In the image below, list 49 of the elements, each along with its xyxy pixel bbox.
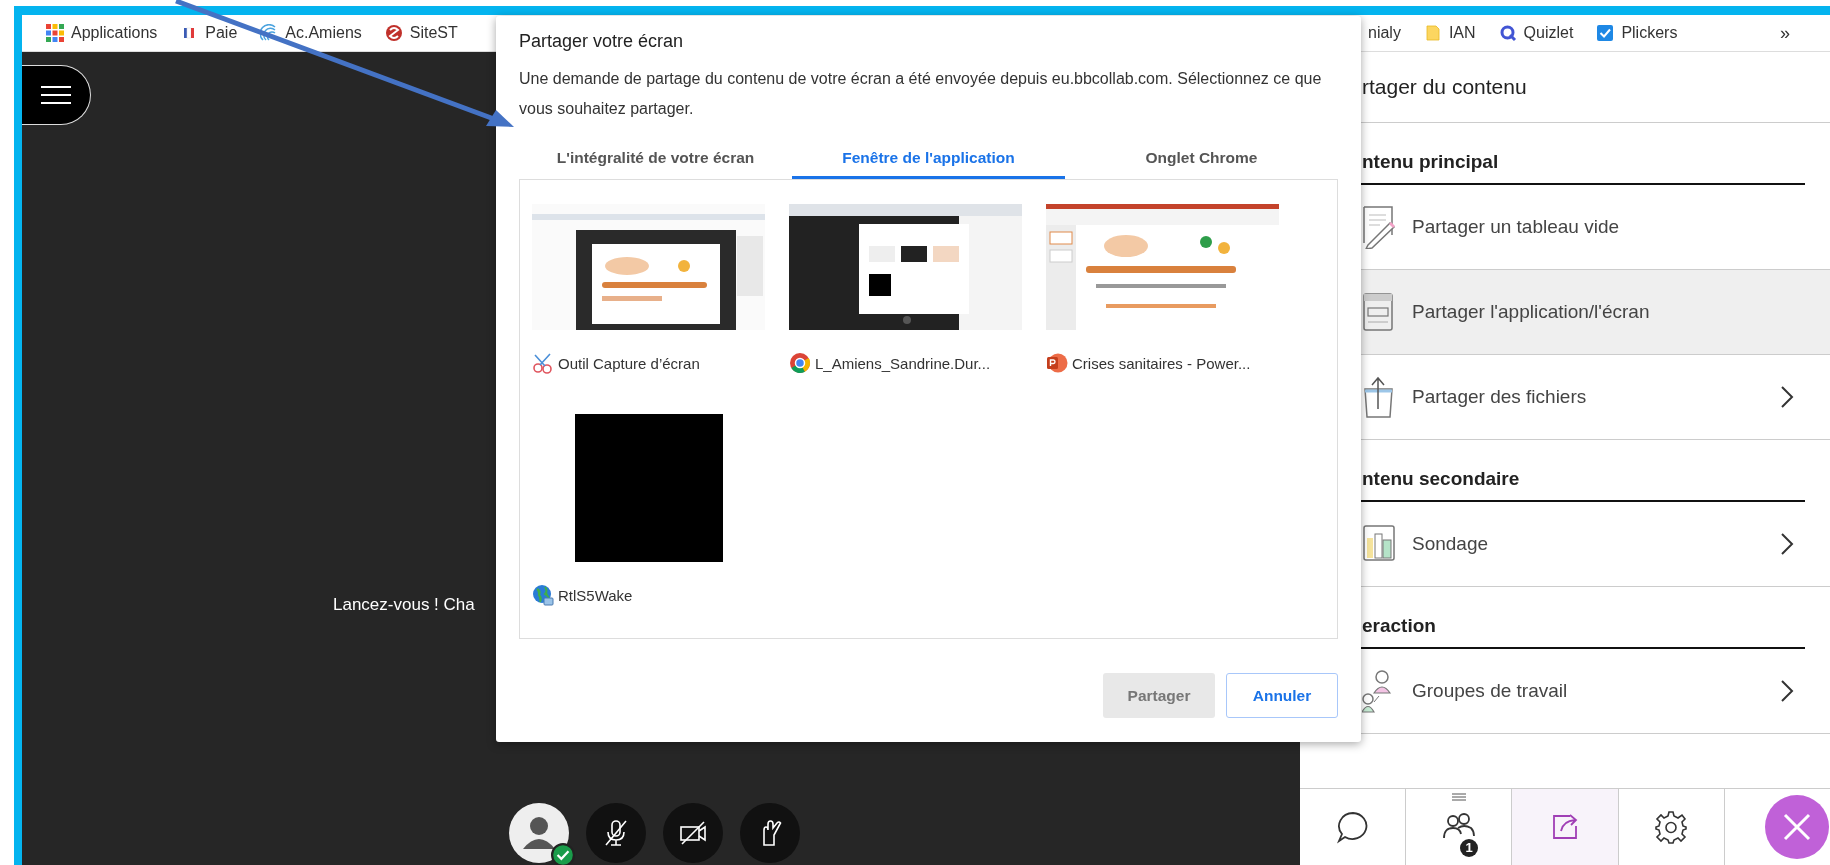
- settings-icon: [1654, 810, 1689, 844]
- bookmark-link[interactable]: nialy: [1368, 24, 1401, 42]
- chevron-right-icon: [1780, 679, 1794, 703]
- share-option[interactable]: Partager l'application/l'écran: [1361, 270, 1830, 355]
- source-name: Crises sanitaires - Power...: [1072, 354, 1251, 372]
- dialog-title: Partager votre écran: [519, 30, 684, 52]
- bookmark-link[interactable]: Applications: [46, 24, 158, 42]
- whiteboard-icon: [1362, 205, 1398, 249]
- dialog-description: Une demande de partage du contenu de votre écran a été envoyée depuis eu.bbcollab.com. Sélectionnez ce que vous souhaitez partager.: [519, 69, 1323, 119]
- chevron-right-icon: [1780, 385, 1794, 409]
- cancel-button[interactable]: Annuler: [1226, 673, 1338, 718]
- section-heading: ntenu principal: [1362, 151, 1499, 173]
- scissors-icon: [532, 352, 554, 374]
- more-bookmarks[interactable]: »: [1780, 22, 1790, 44]
- bookmark-link[interactable]: SiteST: [384, 24, 458, 42]
- source-name: L_Amiens_Sandrine.Dur...: [815, 354, 991, 372]
- bookmark-link[interactable]: Paie: [180, 24, 238, 42]
- source-name: Outil Capture d’écran: [558, 354, 700, 372]
- bookmark-link[interactable]: Quizlet: [1498, 24, 1574, 42]
- bookmark-link[interactable]: IAN: [1423, 24, 1476, 42]
- folder-icon: [1423, 24, 1442, 42]
- bookmark-link[interactable]: Ac.Amiens: [260, 24, 362, 42]
- apps-grid-icon: [46, 24, 64, 42]
- drag-handle-icon: [1452, 793, 1467, 801]
- welcome-message: Lancez-vous ! Cha: [333, 595, 475, 615]
- logo-icon: [384, 24, 403, 42]
- menu-button[interactable]: [22, 65, 91, 125]
- source-name: RtlS5Wake: [558, 586, 633, 604]
- browser-logo-icon: [789, 352, 811, 374]
- share-option[interactable]: Partager des fichiers: [1361, 355, 1830, 440]
- window-thumbnail[interactable]: [574, 414, 723, 562]
- chat-bubble-icon: [1335, 810, 1370, 844]
- share-tab[interactable]: [1512, 789, 1619, 865]
- bookmark-link[interactable]: Plickers: [1596, 24, 1678, 42]
- share-option[interactable]: Sondage: [1361, 502, 1830, 587]
- section-heading: eraction: [1362, 615, 1436, 637]
- quizlet-icon: [1498, 24, 1517, 42]
- menu-icon: [41, 85, 71, 105]
- presentation-app-icon: [1046, 352, 1068, 374]
- tab[interactable]: Onglet Chrome: [1065, 139, 1338, 179]
- tab[interactable]: Fenêtre de l'application: [792, 139, 1065, 179]
- attendee-count: 1: [1460, 839, 1479, 857]
- share-option[interactable]: Groupes de travail: [1361, 649, 1830, 734]
- checkbox-icon: [1596, 24, 1615, 42]
- section-heading: ntenu secondaire: [1362, 468, 1520, 490]
- tab[interactable]: L'intégralité de votre écran: [519, 139, 792, 179]
- globe-icon: [532, 584, 554, 606]
- chevron-right-icon: [1780, 532, 1794, 556]
- close-icon: [1765, 795, 1829, 859]
